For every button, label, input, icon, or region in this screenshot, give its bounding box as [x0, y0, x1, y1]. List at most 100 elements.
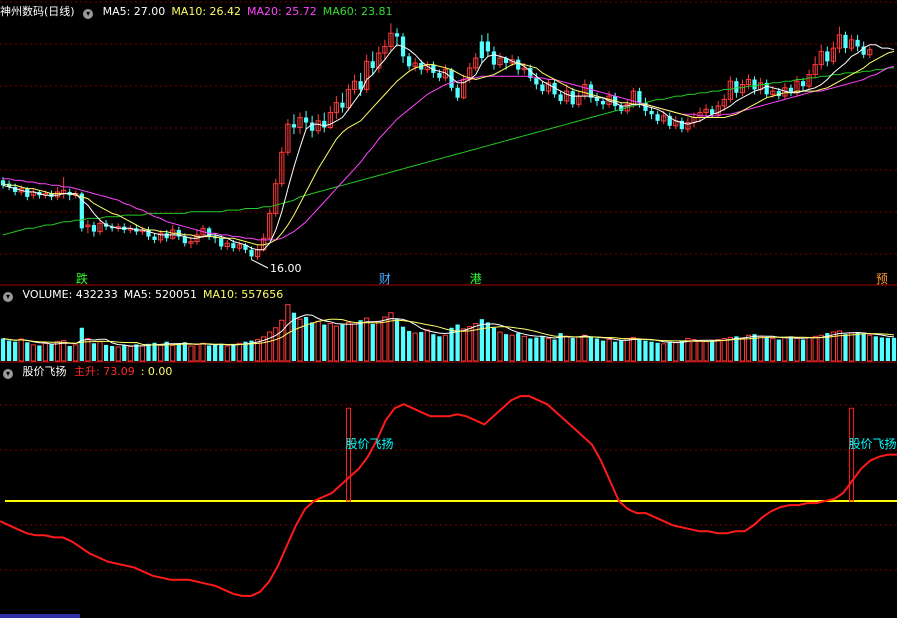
- volume-bar: [110, 345, 115, 361]
- candle-body: [491, 51, 497, 65]
- volume-bar: [333, 325, 339, 362]
- volume-bars: [0, 304, 897, 362]
- volume-bar: [236, 342, 243, 362]
- signal-label: 股价飞扬: [345, 437, 394, 451]
- volume-bar: [758, 335, 764, 362]
- volume-bar: [424, 329, 430, 362]
- volume-bar: [710, 340, 715, 361]
- volume-bar: [382, 316, 388, 362]
- indicator-value: MA10: 557656: [202, 288, 284, 301]
- volume-bar: [127, 346, 133, 362]
- volume-bar: [818, 334, 824, 362]
- volume-bar: [310, 322, 315, 361]
- volume-bar: [582, 334, 588, 362]
- signal-label: 股价飞扬: [848, 437, 897, 451]
- candle-body: [358, 81, 363, 90]
- volume-bar: [594, 338, 600, 361]
- volume-bar: [97, 341, 103, 362]
- volume-bar: [619, 340, 624, 361]
- volume-bar: [800, 339, 806, 361]
- chevron-down-icon[interactable]: ▾: [3, 292, 13, 302]
- volume-bar: [855, 332, 860, 361]
- event-marker[interactable]: 预: [876, 270, 888, 287]
- event-marker[interactable]: 港: [470, 270, 482, 287]
- candle-body: [752, 79, 757, 90]
- volume-bar: [491, 327, 497, 361]
- volume-bar: [667, 341, 672, 361]
- volume-bar: [49, 344, 54, 361]
- indicator-value: MA5: 520051: [123, 288, 197, 301]
- volume-indicators: VOLUME: 432233 MA5: 520051 MA10: 557656: [23, 288, 290, 301]
- candle-body: [164, 233, 169, 239]
- volume-bar: [146, 343, 151, 361]
- volume-bar: [231, 344, 236, 361]
- chevron-down-icon[interactable]: ▾: [3, 369, 13, 379]
- volume-bar: [206, 345, 212, 361]
- chevron-down-icon[interactable]: ▾: [83, 9, 94, 19]
- volume-bar: [297, 318, 303, 362]
- candle-body: [219, 238, 224, 247]
- volume-bar: [764, 337, 769, 361]
- volume-bar: [267, 331, 273, 362]
- volume-bar: [157, 344, 164, 362]
- volume-bar: [412, 332, 418, 362]
- price-panel-header: 神州数码(日线) ▾ MA5: 27.00 MA10: 26.42 MA20: 25…: [0, 4, 404, 20]
- volume-bar: [588, 337, 594, 361]
- volume-bar: [388, 312, 394, 362]
- volume-bar: [200, 342, 206, 362]
- chart-canvas: [0, 1, 897, 618]
- volume-bar: [637, 339, 642, 361]
- volume-bar: [37, 345, 42, 361]
- volume-bar: [437, 336, 442, 361]
- indicator-name[interactable]: 股价飞扬: [23, 365, 67, 378]
- volume-bar: [115, 346, 121, 362]
- indicator-value: MA5: 27.00: [102, 5, 166, 18]
- volume-bar: [576, 336, 582, 362]
- volume-bar: [327, 322, 333, 362]
- volume-bar: [431, 334, 436, 361]
- volume-bar: [42, 342, 49, 362]
- candle-body: [485, 41, 491, 52]
- volume-bar: [703, 341, 709, 362]
- candle-body: [394, 33, 400, 37]
- volume-bar: [679, 340, 684, 361]
- volume-bar: [0, 338, 6, 361]
- candle-body: [370, 61, 375, 68]
- volume-bar: [394, 319, 400, 361]
- volume-bar: [528, 338, 533, 361]
- candle-body: [558, 94, 563, 102]
- candle-body: [655, 114, 660, 121]
- candle-body: [800, 81, 806, 87]
- volume-bar: [224, 345, 230, 362]
- event-marker[interactable]: 财: [379, 270, 391, 287]
- volume-bar: [91, 343, 97, 361]
- event-marker[interactable]: 跌: [76, 270, 88, 287]
- volume-bar: [79, 327, 84, 361]
- volume-bar: [891, 337, 897, 361]
- volume-bar: [794, 337, 800, 362]
- volume-bar: [503, 334, 509, 361]
- stock-name[interactable]: 神州数码(日线): [0, 5, 75, 18]
- volume-bar: [194, 343, 200, 362]
- volume-bar: [739, 337, 746, 362]
- volume-bar: [364, 317, 370, 362]
- volume-bar: [18, 338, 24, 362]
- volume-bar: [613, 341, 618, 361]
- volume-bar: [630, 336, 636, 362]
- volume-bar: [673, 342, 679, 362]
- candle-body: [322, 120, 327, 128]
- volume-bar: [516, 333, 521, 361]
- volume-bar: [600, 340, 606, 361]
- volume-bar: [340, 324, 345, 361]
- volume-bar: [322, 324, 327, 361]
- volume-bar: [691, 339, 697, 362]
- candle-body: [91, 225, 97, 232]
- candle-body: [25, 188, 30, 197]
- volume-bar: [303, 317, 309, 361]
- candle-body: [437, 72, 442, 78]
- volume-bar: [73, 344, 79, 362]
- volume-bar: [734, 336, 739, 361]
- volume-bar: [103, 344, 109, 361]
- volume-bar: [776, 339, 781, 361]
- volume-bar: [455, 324, 460, 361]
